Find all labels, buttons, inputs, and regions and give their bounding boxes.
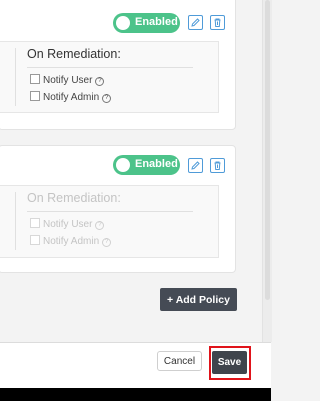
save-button[interactable]: Save	[212, 351, 247, 374]
edit-button[interactable]	[188, 15, 203, 30]
notify-admin-option[interactable]: Notify Admin?	[30, 91, 112, 103]
footer-bar: Cancel Save	[0, 342, 271, 389]
notify-admin-label: Notify Admin	[43, 92, 100, 103]
notify-admin-option[interactable]: Notify Admin?	[30, 235, 112, 247]
cancel-button[interactable]: Cancel	[157, 351, 202, 371]
edit-button[interactable]	[188, 158, 203, 173]
notify-user-option[interactable]: Notify User?	[30, 74, 105, 86]
help-icon[interactable]: ?	[95, 221, 105, 230]
notify-admin-checkbox[interactable]	[30, 235, 40, 245]
trash-icon	[214, 18, 221, 27]
bottom-edge	[0, 388, 271, 401]
remediation-panel: On Remediation: Notify User? Notify Admi…	[0, 185, 219, 258]
notify-admin-label: Notify Admin	[43, 236, 100, 247]
toggle-knob	[116, 16, 130, 30]
scrollbar[interactable]	[262, 0, 272, 342]
trash-icon	[214, 161, 221, 170]
notify-user-label: Notify User	[43, 75, 93, 86]
toggle-label: Enabled	[135, 16, 178, 28]
divider	[27, 67, 193, 68]
help-icon[interactable]: ?	[102, 238, 112, 247]
enabled-toggle[interactable]: Enabled	[113, 13, 180, 33]
help-icon[interactable]: ?	[102, 94, 112, 103]
toggle-knob	[116, 158, 130, 172]
scrollbar-thumb[interactable]	[265, 0, 270, 300]
divider	[15, 192, 16, 250]
divider	[15, 48, 16, 106]
toggle-label: Enabled	[135, 158, 178, 170]
enabled-toggle[interactable]: Enabled	[113, 155, 180, 175]
policy-card: Enabled On Remediation: Notify User? Not…	[0, 145, 236, 273]
remediation-heading: On Remediation:	[27, 191, 121, 205]
notify-user-label: Notify User	[43, 219, 93, 230]
help-icon[interactable]: ?	[95, 77, 105, 86]
policy-card: Enabled On Remediation: Notify User? Not…	[0, 0, 236, 130]
notify-user-checkbox[interactable]	[30, 74, 40, 84]
notify-admin-checkbox[interactable]	[30, 91, 40, 101]
divider	[27, 211, 193, 212]
notify-user-option[interactable]: Notify User?	[30, 218, 105, 230]
add-policy-button[interactable]: + Add Policy	[160, 288, 237, 311]
delete-button[interactable]	[210, 158, 225, 173]
remediation-panel: On Remediation: Notify User? Notify Admi…	[0, 41, 219, 113]
pencil-icon	[191, 161, 200, 170]
pencil-icon	[191, 18, 200, 27]
notify-user-checkbox[interactable]	[30, 218, 40, 228]
delete-button[interactable]	[210, 15, 225, 30]
remediation-heading: On Remediation:	[27, 47, 121, 61]
